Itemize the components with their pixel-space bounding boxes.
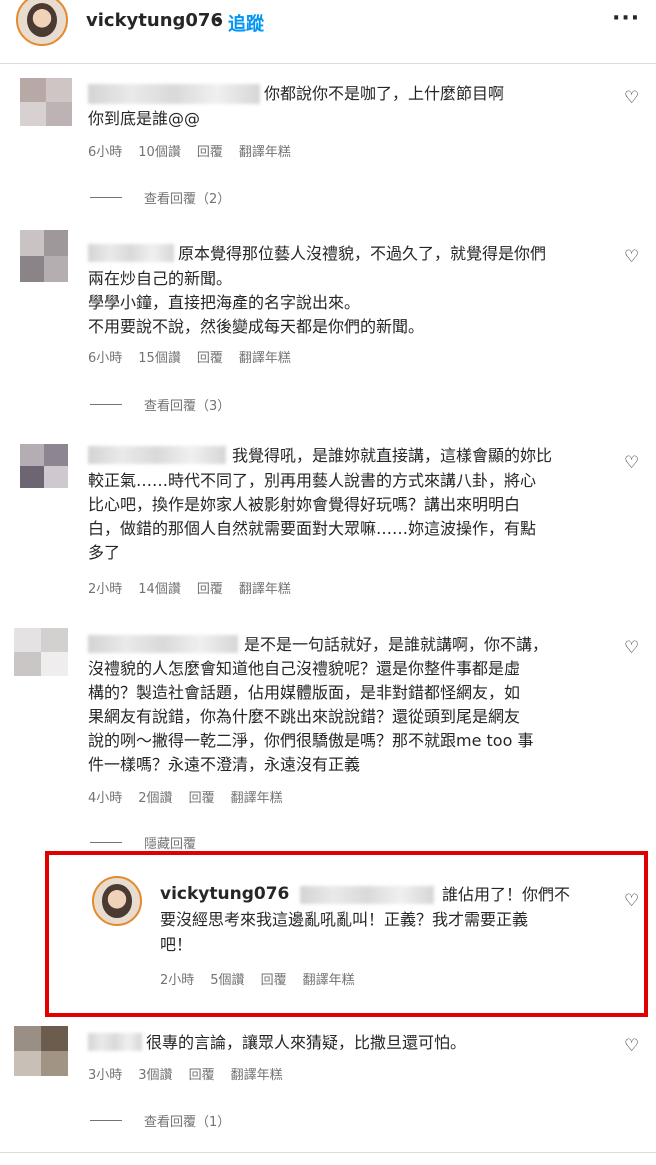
comment-text-line: 比心吧，換作是妳家人被影射妳會覺得好玩嗎？講出來明明白 [88, 495, 521, 514]
comment-meta: 3小時 3個讚 回覆 翻譯年糕 [88, 1064, 299, 1083]
reply-link[interactable]: 回覆 [261, 969, 287, 988]
commenter-avatar[interactable] [20, 230, 68, 282]
bottom-divider [0, 1152, 656, 1153]
post-header: vickytung076 • 追蹤 ··· [0, 0, 656, 50]
reply-link[interactable]: 回覆 [189, 787, 215, 806]
reply-text-line: 吧！ [160, 935, 193, 954]
comment-text-line: 不用要說不說，然後變成每天都是你們的新聞。 [88, 317, 425, 336]
translate-link[interactable]: 翻譯年糕 [231, 1064, 283, 1083]
view-replies-button[interactable]: 查看回覆（1） [90, 1111, 230, 1130]
header-divider [0, 63, 656, 64]
reply-link[interactable]: 回覆 [197, 347, 223, 366]
heart-outline-icon[interactable]: ♡ [624, 453, 639, 473]
view-replies-label: 查看回覆（2） [144, 192, 231, 207]
commenter-avatar[interactable] [20, 444, 68, 488]
reply-meta: 2小時 5個讚 回覆 翻譯年糕 [160, 969, 371, 988]
heart-outline-icon[interactable]: ♡ [624, 638, 639, 658]
like-count[interactable]: 3個讚 [138, 1064, 172, 1083]
owner-avatar[interactable] [16, 0, 68, 46]
reply-link[interactable]: 回覆 [197, 141, 223, 160]
follow-button[interactable]: 追蹤 [228, 10, 264, 36]
comment-text-line: 多了 [88, 543, 121, 562]
comment-time: 2小時 [88, 582, 123, 597]
translate-link[interactable]: 翻譯年糕 [231, 787, 283, 806]
comment-text-line: 學學小鐘，直接把海產的名字說出來。 [88, 293, 361, 312]
comment-text-line: 白，做錯的那個人自然就需要面對大眾嘛……妳這波操作，有點 [88, 519, 537, 538]
like-count[interactable]: 10個讚 [138, 141, 181, 160]
translate-link[interactable]: 翻譯年糕 [303, 969, 355, 988]
commenter-avatar[interactable] [20, 78, 72, 126]
heart-outline-icon[interactable]: ♡ [624, 1036, 639, 1056]
header-username[interactable]: vickytung076 [86, 10, 223, 31]
blurred-username [88, 1033, 142, 1051]
reply-like-count[interactable]: 5個讚 [210, 969, 244, 988]
header-separator: • [213, 10, 224, 31]
like-count[interactable]: 2個讚 [138, 787, 172, 806]
comment-text-line: 較正氣……時代不同了，別再用藝人說書的方式來講八卦，將心 [88, 471, 537, 490]
comment-text-line: 件一樣嗎？永遠不澄清，永遠沒有正義 [88, 755, 361, 774]
comment-time: 6小時 [88, 145, 123, 160]
comment-text-line: 你到底是誰@@ [88, 109, 201, 128]
comment-text-line: 兩在炒自己的新聞。 [88, 269, 233, 288]
comment-text-line: 是不是一句話就好，是誰就講啊，你不講， [244, 635, 549, 654]
comment-meta: 6小時 10個讚 回覆 翻譯年糕 [88, 141, 307, 160]
translate-link[interactable]: 翻譯年糕 [239, 141, 291, 160]
reply-time: 2小時 [160, 973, 195, 988]
translate-link[interactable]: 翻譯年糕 [239, 347, 291, 366]
comment-meta: 2小時 14個讚 回覆 翻譯年糕 [88, 578, 307, 597]
reply-owner-avatar[interactable] [92, 876, 142, 926]
comment-text-line: 說的咧～撇得一乾二淨，你們很驕傲是嗎？那不就跟me too 事 [88, 731, 534, 750]
blurred-username [88, 446, 226, 464]
reply-link[interactable]: 回覆 [197, 578, 223, 597]
blurred-mention [300, 886, 434, 904]
translate-link[interactable]: 翻譯年糕 [239, 578, 291, 597]
view-replies-button[interactable]: 查看回覆（3） [90, 395, 230, 414]
reply-text-line: 要沒經思考來我這邊亂吼亂叫！正義？我才需要正義 [160, 910, 529, 929]
like-count[interactable]: 14個讚 [138, 578, 181, 597]
heart-outline-icon[interactable]: ♡ [624, 247, 639, 267]
comment-text-line: 果網友有說錯，你為什麼不跳出來說說錯？還從頭到尾是網友 [88, 707, 521, 726]
commenter-avatar[interactable] [14, 628, 68, 676]
view-replies-label: 查看回覆（1） [144, 1115, 231, 1130]
comment-text-line: 構的？製造社會話題，佔用媒體版面，是非對錯都怪網友，如 [88, 683, 521, 702]
hide-replies-label: 隱藏回覆 [144, 837, 197, 852]
comment-text-line: 原本覺得那位藝人沒禮貌，不過久了，就覺得是你們 [178, 244, 547, 263]
hide-replies-button[interactable]: 隱藏回覆 [90, 833, 196, 852]
comment-time: 4小時 [88, 791, 123, 806]
blurred-username [88, 84, 260, 104]
view-replies-button[interactable]: 查看回覆（2） [90, 188, 230, 207]
reply-link[interactable]: 回覆 [189, 1064, 215, 1083]
like-count[interactable]: 15個讚 [138, 347, 181, 366]
more-options-icon[interactable]: ··· [612, 6, 640, 31]
comment-meta: 6小時 15個讚 回覆 翻譯年糕 [88, 347, 307, 366]
comment-time: 6小時 [88, 351, 123, 366]
reply-text-line: 誰佔用了！你們不 [442, 885, 571, 904]
reply-username[interactable]: vickytung076 [160, 882, 289, 907]
heart-outline-icon[interactable]: ♡ [624, 88, 639, 108]
commenter-avatar[interactable] [14, 1026, 68, 1076]
comment-meta: 4小時 2個讚 回覆 翻譯年糕 [88, 787, 299, 806]
comment-text-line: 很專的言論，讓眾人來猜疑，比撒旦還可怕。 [146, 1033, 467, 1052]
comment-text-line: 你都說你不是咖了，上什麼節目啊 [264, 84, 505, 103]
blurred-username [88, 635, 238, 653]
blurred-username [88, 244, 174, 262]
view-replies-label: 查看回覆（3） [144, 399, 231, 414]
highlight-box [45, 851, 648, 1017]
heart-outline-icon[interactable]: ♡ [624, 891, 639, 911]
comment-time: 3小時 [88, 1068, 123, 1083]
comment-text-line: 沒禮貌的人怎麼會知道他自己沒禮貌呢？還是你整件事都是虛 [88, 659, 521, 678]
comment-text-line: 我覺得吼，是誰妳就直接講，這樣會顯的妳比 [232, 446, 553, 465]
